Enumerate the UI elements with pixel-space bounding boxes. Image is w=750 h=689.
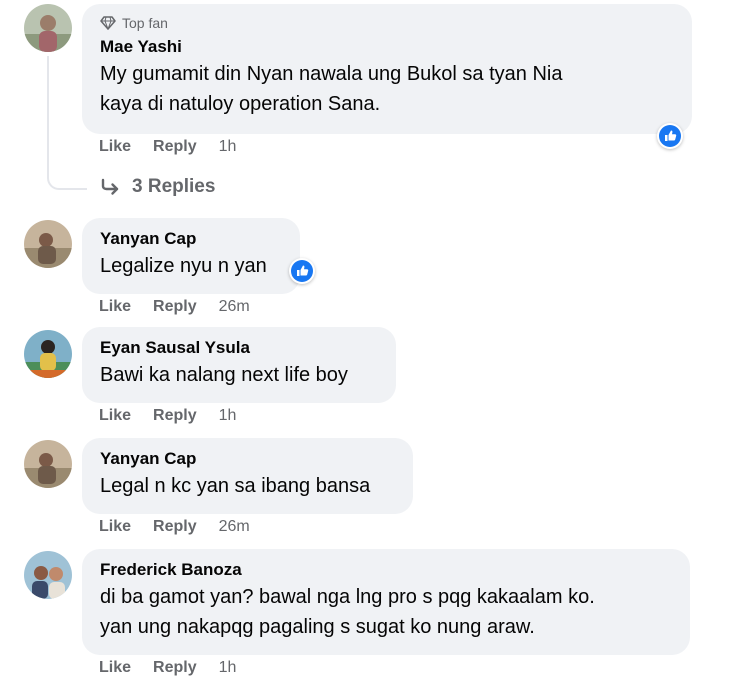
comment-actions: Like Reply 1h xyxy=(99,138,236,156)
avatar-frederick-banoza[interactable] xyxy=(24,551,72,599)
reply-button[interactable]: Reply xyxy=(153,138,197,156)
comment-text: Bawi ka nalang next life boy xyxy=(100,364,348,386)
replies-label: 3 Replies xyxy=(132,176,216,197)
comment-author[interactable]: Yanyan Cap xyxy=(100,448,397,469)
view-replies-link[interactable]: 3 Replies xyxy=(100,176,215,198)
like-button[interactable]: Like xyxy=(99,518,131,536)
comment-bubble: Eyan Sausal Ysula Bawi ka nalang next li… xyxy=(82,327,396,403)
comment-text: Legalize nyu n yan xyxy=(100,255,267,277)
avatar-mae-yashi[interactable] xyxy=(24,4,72,52)
top-fan-badge: Top fan xyxy=(100,14,676,32)
comment-bubble: Yanyan Cap Legalize nyu n yan xyxy=(82,218,300,294)
comment-bubble: Frederick Banoza di ba gamot yan? bawal … xyxy=(82,549,690,655)
comment-text-line-2: yan ung nakapqg pagaling s sugat ko nung… xyxy=(100,616,535,638)
comment-bubble: Yanyan Cap Legal n kc yan sa ibang bansa xyxy=(82,438,413,514)
avatar-yanyan-cap[interactable] xyxy=(24,220,72,268)
diamond-icon xyxy=(100,16,116,30)
comment-actions: Like Reply 26m xyxy=(99,298,250,316)
comment-author[interactable]: Frederick Banoza xyxy=(100,559,674,580)
reply-arrow-icon xyxy=(101,178,119,195)
comment-time[interactable]: 26m xyxy=(219,298,250,316)
top-fan-label: Top fan xyxy=(122,15,168,31)
comment-text-line-2: kaya di natuloy operation Sana. xyxy=(100,93,381,115)
like-reaction-icon[interactable] xyxy=(289,258,315,284)
reply-button[interactable]: Reply xyxy=(153,518,197,536)
comment-time[interactable]: 1h xyxy=(219,659,237,677)
comment-text-line-1: My gumamit din Nyan nawala ung Bukol sa … xyxy=(100,63,563,85)
like-button[interactable]: Like xyxy=(99,298,131,316)
avatar-eyan-sausal-ysula[interactable] xyxy=(24,330,72,378)
comment-text: Legal n kc yan sa ibang bansa xyxy=(100,475,371,497)
comment-time[interactable]: 1h xyxy=(219,138,237,156)
like-reaction-icon[interactable] xyxy=(657,123,683,149)
reply-thread-line xyxy=(47,56,87,190)
comment-author[interactable]: Mae Yashi xyxy=(100,36,676,57)
like-button[interactable]: Like xyxy=(99,659,131,677)
reply-button[interactable]: Reply xyxy=(153,407,197,425)
comment-text-line-1: di ba gamot yan? bawal nga lng pro s pqg… xyxy=(100,586,595,608)
reply-button[interactable]: Reply xyxy=(153,298,197,316)
comment-author[interactable]: Yanyan Cap xyxy=(100,228,284,249)
comment-time[interactable]: 1h xyxy=(219,407,237,425)
like-button[interactable]: Like xyxy=(99,407,131,425)
avatar-yanyan-cap[interactable] xyxy=(24,440,72,488)
comment-bubble: Top fan Mae Yashi My gumamit din Nyan na… xyxy=(82,4,692,134)
reply-button[interactable]: Reply xyxy=(153,659,197,677)
like-button[interactable]: Like xyxy=(99,138,131,156)
comment-actions: Like Reply 1h xyxy=(99,407,236,425)
comment-author[interactable]: Eyan Sausal Ysula xyxy=(100,337,380,358)
comment-actions: Like Reply 26m xyxy=(99,518,250,536)
comment-actions: Like Reply 1h xyxy=(99,659,236,677)
comment-time[interactable]: 26m xyxy=(219,518,250,536)
